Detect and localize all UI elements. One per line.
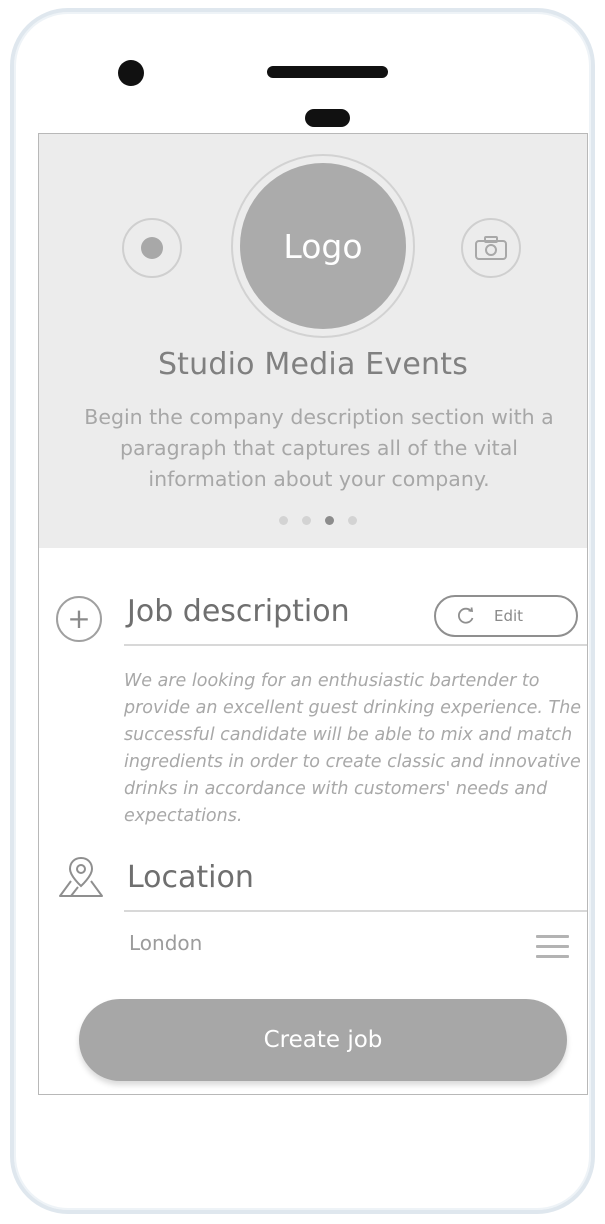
carousel-pager[interactable] <box>279 516 357 525</box>
front-camera <box>118 60 144 86</box>
camera-button[interactable] <box>461 218 521 278</box>
pager-dot[interactable] <box>279 516 288 525</box>
pager-dot-active[interactable] <box>325 516 334 525</box>
location-title: Location <box>127 860 254 895</box>
company-name: Studio Media Events <box>157 347 469 382</box>
proximity-sensor <box>305 109 350 127</box>
plus-icon: + <box>67 602 91 635</box>
hamburger-icon[interactable] <box>536 935 569 959</box>
camera-icon <box>475 236 507 260</box>
job-description-text: We are looking for an enthusiastic barte… <box>124 671 582 826</box>
edit-button[interactable]: Edit <box>434 595 578 637</box>
company-description: Begin the company description section wi… <box>84 405 554 491</box>
map-pin-icon <box>59 856 103 897</box>
company-hero: Logo Studio Media Events Begin the compa… <box>39 134 587 548</box>
speaker-grille <box>267 66 388 78</box>
create-job-label: Create job <box>263 1027 383 1053</box>
refresh-icon <box>458 607 474 624</box>
logo-label: Logo <box>283 226 363 266</box>
record-button[interactable] <box>122 218 182 278</box>
record-icon <box>141 237 163 259</box>
location-divider <box>124 910 587 912</box>
pager-dot[interactable] <box>302 516 311 525</box>
company-logo: Logo <box>240 163 406 329</box>
location-value[interactable]: London <box>129 931 202 955</box>
job-divider <box>124 644 587 646</box>
create-job-button[interactable]: Create job <box>79 999 567 1081</box>
add-job-button[interactable]: + <box>56 596 102 642</box>
logo-ring[interactable]: Logo <box>231 154 415 338</box>
edit-label: Edit <box>494 607 524 625</box>
app-screen: Logo Studio Media Events Begin the compa… <box>38 133 588 1095</box>
job-description-title: Job description <box>127 594 350 629</box>
pager-dot[interactable] <box>348 516 357 525</box>
